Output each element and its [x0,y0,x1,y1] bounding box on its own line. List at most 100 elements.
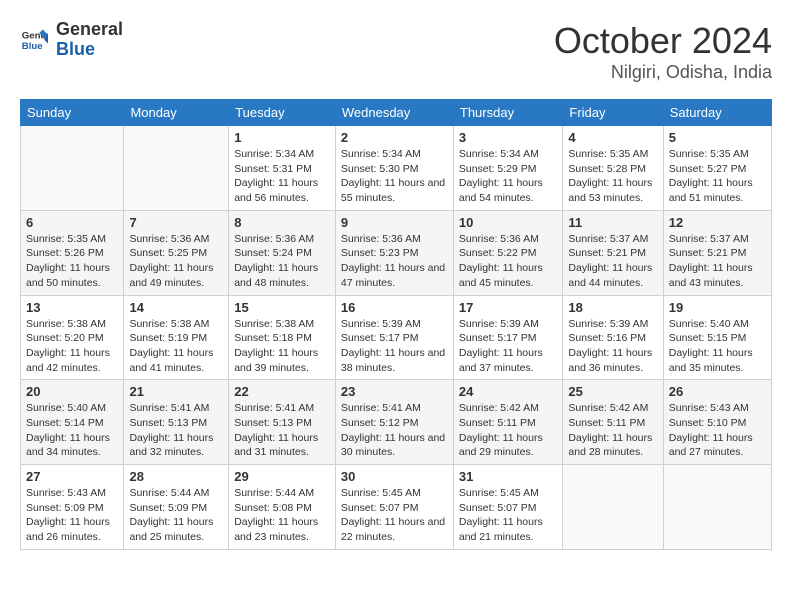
day-info: Sunrise: 5:41 AMSunset: 5:13 PMDaylight:… [234,401,330,460]
calendar-cell: 19 Sunrise: 5:40 AMSunset: 5:15 PMDayligh… [663,295,771,380]
day-info: Sunrise: 5:35 AMSunset: 5:26 PMDaylight:… [26,232,118,291]
calendar-cell: 10Sunrise: 5:36 AMSunset: 5:22 PMDayligh… [453,210,563,295]
col-header-tuesday: Tuesday [229,100,336,126]
calendar-cell: 22 Sunrise: 5:41 AMSunset: 5:13 PMDayligh… [229,380,336,465]
calendar-cell: 23 Sunrise: 5:41 AMSunset: 5:12 PMDayligh… [335,380,453,465]
page-header: General Blue General Blue October 2024 N… [20,20,772,83]
day-number: 12 [669,215,766,230]
calendar-cell: 31 Sunrise: 5:45 AMSunset: 5:07 PMDayligh… [453,465,563,550]
day-number: 31 [459,469,558,484]
calendar-cell: 1 Sunrise: 5:34 AMSunset: 5:31 PMDaylight… [229,126,336,211]
day-info: Sunrise: 5:35 AMSunset: 5:28 PMDaylight:… [568,147,657,206]
calendar-cell: 3 Sunrise: 5:34 AMSunset: 5:29 PMDaylight… [453,126,563,211]
day-info: Sunrise: 5:42 AMSunset: 5:11 PMDaylight:… [459,401,558,460]
calendar-cell: 13 Sunrise: 5:38 AMSunset: 5:20 PMDayligh… [21,295,124,380]
day-info: Sunrise: 5:40 AMSunset: 5:15 PMDaylight:… [669,317,766,376]
calendar-cell: 25 Sunrise: 5:42 AMSunset: 5:11 PMDayligh… [563,380,663,465]
day-info: Sunrise: 5:36 AMSunset: 5:24 PMDaylight:… [234,232,330,291]
day-info: Sunrise: 5:39 AMSunset: 5:17 PMDaylight:… [459,317,558,376]
day-number: 3 [459,130,558,145]
day-info: Sunrise: 5:35 AMSunset: 5:27 PMDaylight:… [669,147,766,206]
day-number: 16 [341,300,448,315]
day-number: 8 [234,215,330,230]
month-title: October 2024 [554,20,772,62]
day-number: 20 [26,384,118,399]
day-number: 13 [26,300,118,315]
day-number: 15 [234,300,330,315]
logo-icon: General Blue [20,26,48,54]
day-info: Sunrise: 5:42 AMSunset: 5:11 PMDaylight:… [568,401,657,460]
day-number: 30 [341,469,448,484]
calendar-cell: 16 Sunrise: 5:39 AMSunset: 5:17 PMDayligh… [335,295,453,380]
calendar-cell: 7Sunrise: 5:36 AMSunset: 5:25 PMDaylight… [124,210,229,295]
calendar-table: SundayMondayTuesdayWednesdayThursdayFrid… [20,99,772,550]
calendar-cell: 20Sunrise: 5:40 AMSunset: 5:14 PMDayligh… [21,380,124,465]
calendar-cell [21,126,124,211]
day-info: Sunrise: 5:34 AMSunset: 5:31 PMDaylight:… [234,147,330,206]
col-header-saturday: Saturday [663,100,771,126]
calendar-cell: 24 Sunrise: 5:42 AMSunset: 5:11 PMDayligh… [453,380,563,465]
day-number: 1 [234,130,330,145]
day-number: 28 [129,469,223,484]
calendar-week-row: 20Sunrise: 5:40 AMSunset: 5:14 PMDayligh… [21,380,772,465]
day-info: Sunrise: 5:45 AMSunset: 5:07 PMDaylight:… [341,486,448,545]
calendar-cell [563,465,663,550]
day-info: Sunrise: 5:38 AMSunset: 5:19 PMDaylight:… [129,317,223,376]
day-info: Sunrise: 5:37 AMSunset: 5:21 PMDaylight:… [568,232,657,291]
logo-text-general: General Blue [56,20,123,60]
day-number: 11 [568,215,657,230]
day-number: 19 [669,300,766,315]
day-number: 22 [234,384,330,399]
day-info: Sunrise: 5:38 AMSunset: 5:18 PMDaylight:… [234,317,330,376]
day-number: 26 [669,384,766,399]
calendar-cell: 9 Sunrise: 5:36 AMSunset: 5:23 PMDaylight… [335,210,453,295]
col-header-monday: Monday [124,100,229,126]
calendar-cell: 11 Sunrise: 5:37 AMSunset: 5:21 PMDayligh… [563,210,663,295]
calendar-cell [663,465,771,550]
calendar-cell: 6 Sunrise: 5:35 AMSunset: 5:26 PMDaylight… [21,210,124,295]
day-number: 24 [459,384,558,399]
calendar-cell: 2Sunrise: 5:34 AMSunset: 5:30 PMDaylight… [335,126,453,211]
day-number: 9 [341,215,448,230]
day-info: Sunrise: 5:41 AMSunset: 5:12 PMDaylight:… [341,401,448,460]
day-number: 6 [26,215,118,230]
calendar-cell: 26 Sunrise: 5:43 AMSunset: 5:10 PMDayligh… [663,380,771,465]
calendar-cell [124,126,229,211]
day-info: Sunrise: 5:39 AMSunset: 5:16 PMDaylight:… [568,317,657,376]
day-info: Sunrise: 5:43 AMSunset: 5:09 PMDaylight:… [26,486,118,545]
day-info: Sunrise: 5:43 AMSunset: 5:10 PMDaylight:… [669,401,766,460]
svg-text:Blue: Blue [22,41,43,52]
logo: General Blue General Blue [20,20,123,60]
day-info: Sunrise: 5:39 AMSunset: 5:17 PMDaylight:… [341,317,448,376]
day-number: 2 [341,130,448,145]
day-info: Sunrise: 5:34 AMSunset: 5:29 PMDaylight:… [459,147,558,206]
calendar-cell: 21 Sunrise: 5:41 AMSunset: 5:13 PMDayligh… [124,380,229,465]
day-number: 21 [129,384,223,399]
col-header-friday: Friday [563,100,663,126]
calendar-header-row: SundayMondayTuesdayWednesdayThursdayFrid… [21,100,772,126]
calendar-week-row: 13 Sunrise: 5:38 AMSunset: 5:20 PMDayligh… [21,295,772,380]
calendar-week-row: 1 Sunrise: 5:34 AMSunset: 5:31 PMDaylight… [21,126,772,211]
day-info: Sunrise: 5:36 AMSunset: 5:23 PMDaylight:… [341,232,448,291]
day-number: 27 [26,469,118,484]
day-number: 10 [459,215,558,230]
day-info: Sunrise: 5:41 AMSunset: 5:13 PMDaylight:… [129,401,223,460]
calendar-cell: 15 Sunrise: 5:38 AMSunset: 5:18 PMDayligh… [229,295,336,380]
day-number: 4 [568,130,657,145]
day-info: Sunrise: 5:38 AMSunset: 5:20 PMDaylight:… [26,317,118,376]
day-number: 25 [568,384,657,399]
location-title: Nilgiri, Odisha, India [554,62,772,83]
day-number: 23 [341,384,448,399]
day-info: Sunrise: 5:45 AMSunset: 5:07 PMDaylight:… [459,486,558,545]
calendar-cell: 28 Sunrise: 5:44 AMSunset: 5:09 PMDayligh… [124,465,229,550]
calendar-cell: 29Sunrise: 5:44 AMSunset: 5:08 PMDayligh… [229,465,336,550]
day-info: Sunrise: 5:44 AMSunset: 5:09 PMDaylight:… [129,486,223,545]
calendar-cell: 14Sunrise: 5:38 AMSunset: 5:19 PMDayligh… [124,295,229,380]
calendar-week-row: 6 Sunrise: 5:35 AMSunset: 5:26 PMDaylight… [21,210,772,295]
title-block: October 2024 Nilgiri, Odisha, India [554,20,772,83]
calendar-cell: 27 Sunrise: 5:43 AMSunset: 5:09 PMDayligh… [21,465,124,550]
calendar-cell: 18Sunrise: 5:39 AMSunset: 5:16 PMDayligh… [563,295,663,380]
day-number: 17 [459,300,558,315]
day-info: Sunrise: 5:36 AMSunset: 5:25 PMDaylight:… [129,232,223,291]
calendar-cell: 8 Sunrise: 5:36 AMSunset: 5:24 PMDaylight… [229,210,336,295]
